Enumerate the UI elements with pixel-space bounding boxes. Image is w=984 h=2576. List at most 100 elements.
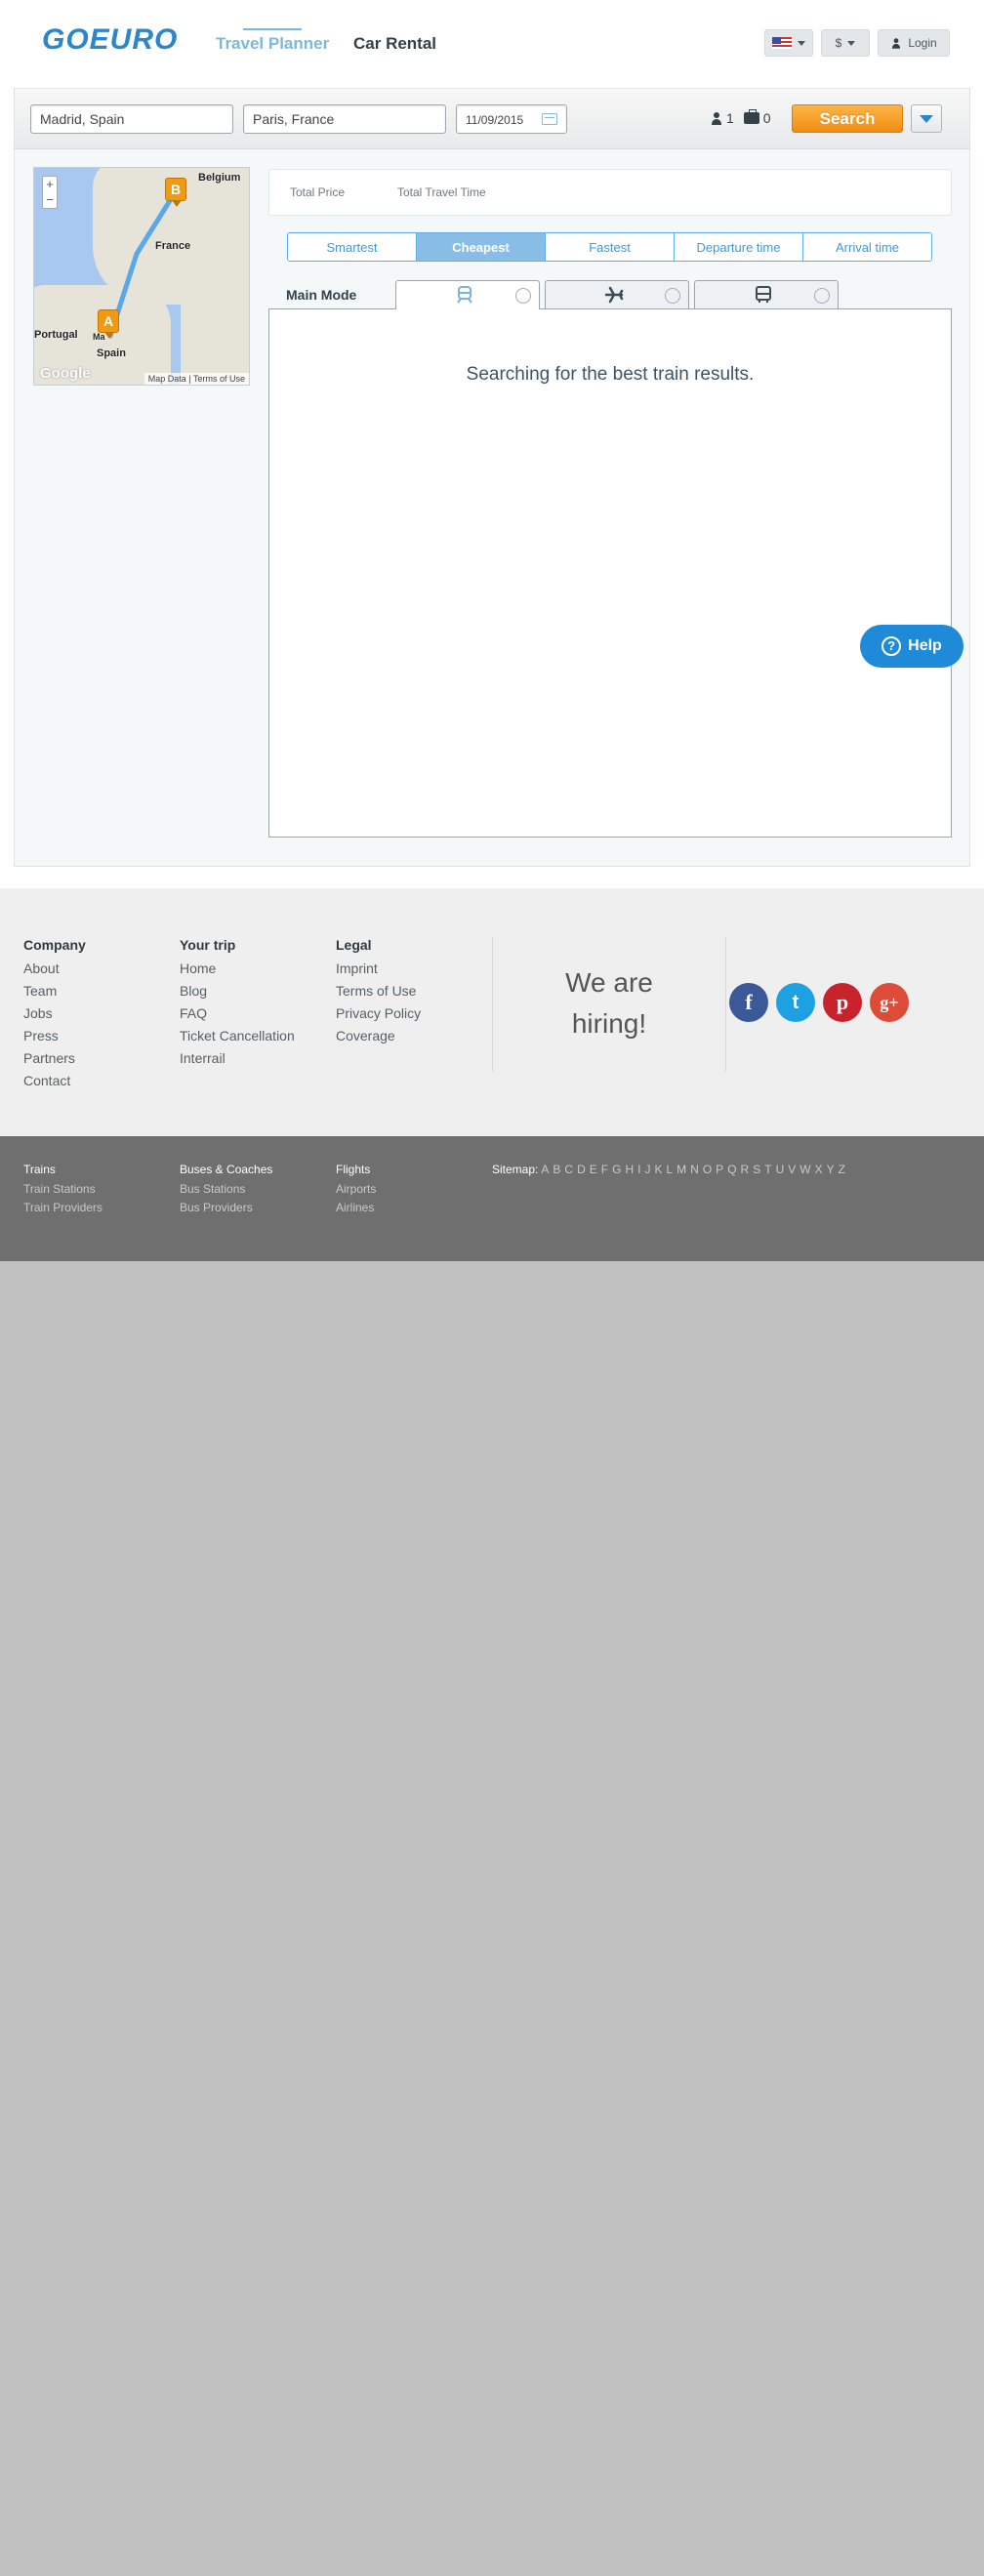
luggage-icon (743, 109, 759, 124)
help-button[interactable]: ? Help (860, 625, 964, 668)
bottom-link-train-stations[interactable]: Train Stations (23, 1182, 102, 1196)
passenger-selector[interactable]: 1 0 (711, 109, 771, 126)
twitter-icon[interactable]: t (776, 983, 815, 1022)
bottom-heading-buses[interactable]: Buses & Coaches (180, 1163, 272, 1176)
footer-company: Company About Team Jobs Press Partners C… (23, 937, 86, 1095)
terms-of-use-link[interactable]: Terms of Use (193, 374, 245, 384)
footer-link-imprint[interactable]: Imprint (336, 961, 421, 976)
footer-link-contact[interactable]: Contact (23, 1073, 86, 1088)
sitemap-letter-j[interactable]: J (644, 1163, 650, 1176)
sitemap-letter-w[interactable]: W (800, 1163, 810, 1176)
sitemap-letter-f[interactable]: F (601, 1163, 608, 1176)
marker-a[interactable]: A (98, 309, 119, 339)
bottom-link-airports[interactable]: Airports (336, 1182, 376, 1196)
footer-link-privacy[interactable]: Privacy Policy (336, 1005, 421, 1021)
footer-link-jobs[interactable]: Jobs (23, 1005, 86, 1021)
hiring-banner[interactable]: We are hiring! (492, 962, 726, 1044)
goeuro-logo[interactable]: GOEURO (42, 23, 178, 57)
login-button[interactable]: Login (878, 29, 950, 57)
sitemap-letter-k[interactable]: K (654, 1163, 662, 1176)
footer-link-faq[interactable]: FAQ (180, 1005, 295, 1021)
footer-link-about[interactable]: About (23, 961, 86, 976)
footer-link-terms[interactable]: Terms of Use (336, 983, 421, 999)
sitemap-letter-o[interactable]: O (703, 1163, 712, 1176)
facebook-icon[interactable]: f (729, 983, 768, 1022)
sitemap-letter-s[interactable]: S (753, 1163, 760, 1176)
footer-link-blog[interactable]: Blog (180, 983, 295, 999)
footer: Company About Team Jobs Press Partners C… (0, 888, 984, 1136)
origin-input[interactable]: Madrid, Spain (30, 104, 233, 134)
map-label-spain: Spain (97, 348, 126, 359)
sitemap-letter-y[interactable]: Y (827, 1163, 835, 1176)
sitemap-letter-p[interactable]: P (716, 1163, 723, 1176)
search-button[interactable]: Search (792, 104, 903, 133)
google-logo: Google (40, 365, 91, 382)
currency-selector[interactable]: $ (821, 29, 870, 57)
map-zoom-control[interactable]: + − (42, 176, 58, 209)
loading-spinner-icon (515, 288, 531, 304)
map-data-link[interactable]: Map Data (148, 374, 186, 384)
sort-smartest[interactable]: Smartest (288, 233, 417, 261)
footer-divider (725, 937, 726, 1072)
sitemap-letter-a[interactable]: A (541, 1163, 549, 1176)
zoom-out-button[interactable]: − (43, 192, 57, 208)
more-options-button[interactable] (911, 104, 942, 133)
nav-travel-planner[interactable]: Travel Planner (216, 28, 329, 54)
footer-link-partners[interactable]: Partners (23, 1050, 86, 1066)
date-input[interactable]: 11/09/2015 (456, 104, 567, 134)
sitemap-letter-m[interactable]: M (676, 1163, 686, 1176)
googleplus-icon[interactable]: g+ (870, 983, 909, 1022)
language-selector[interactable] (764, 29, 813, 57)
route-map[interactable]: Belgium France Portugal Spain Ma + − A B… (33, 167, 250, 386)
hiring-line-1: We are (565, 967, 653, 998)
sitemap-letter-r[interactable]: R (741, 1163, 750, 1176)
main-mode-label: Main Mode (286, 287, 357, 303)
sitemap-letter-d[interactable]: D (577, 1163, 586, 1176)
sitemap-letter-e[interactable]: E (590, 1163, 597, 1176)
bottom-heading-trains[interactable]: Trains (23, 1163, 102, 1176)
sitemap-letter-n[interactable]: N (690, 1163, 699, 1176)
sitemap-letter-b[interactable]: B (553, 1163, 560, 1176)
sort-arrival-time[interactable]: Arrival time (803, 233, 931, 261)
sitemap-letter-t[interactable]: T (764, 1163, 771, 1176)
sitemap-letter-h[interactable]: H (625, 1163, 634, 1176)
date-value: 11/09/2015 (466, 113, 524, 127)
bottom-link-bus-providers[interactable]: Bus Providers (180, 1201, 272, 1214)
bottom-link-train-providers[interactable]: Train Providers (23, 1201, 102, 1214)
footer-link-team[interactable]: Team (23, 983, 86, 999)
sort-fastest[interactable]: Fastest (546, 233, 675, 261)
sitemap-letter-l[interactable]: L (666, 1163, 673, 1176)
sort-departure-time[interactable]: Departure time (675, 233, 803, 261)
loading-spinner-icon (665, 288, 680, 304)
sitemap-letter-u[interactable]: U (776, 1163, 785, 1176)
destination-input[interactable]: Paris, France (243, 104, 446, 134)
footer-link-coverage[interactable]: Coverage (336, 1028, 421, 1043)
zoom-in-button[interactable]: + (43, 177, 57, 192)
train-icon (457, 286, 472, 304)
sitemap-letter-i[interactable]: I (637, 1163, 640, 1176)
mode-tab-bus[interactable] (694, 280, 839, 308)
sitemap-letter-v[interactable]: V (788, 1163, 796, 1176)
pinterest-icon[interactable]: p (823, 983, 862, 1022)
bottom-heading-flights[interactable]: Flights (336, 1163, 376, 1176)
sitemap-letter-c[interactable]: C (564, 1163, 573, 1176)
bottom-link-bus-stations[interactable]: Bus Stations (180, 1182, 272, 1196)
mode-tab-train[interactable] (395, 280, 540, 309)
footer-link-ticket-cancellation[interactable]: Ticket Cancellation (180, 1028, 295, 1043)
nav-car-rental[interactable]: Car Rental (353, 34, 436, 54)
sitemap-letter-q[interactable]: Q (727, 1163, 736, 1176)
footer-link-interrail[interactable]: Interrail (180, 1050, 295, 1066)
sitemap-letter-g[interactable]: G (612, 1163, 621, 1176)
mode-tab-flight[interactable] (545, 280, 689, 308)
bottom-link-airlines[interactable]: Airlines (336, 1201, 376, 1214)
sitemap-letter-x[interactable]: X (815, 1163, 823, 1176)
total-time-label: Total Travel Time (397, 185, 486, 199)
footer-link-home[interactable]: Home (180, 961, 295, 976)
footer-link-press[interactable]: Press (23, 1028, 86, 1043)
question-icon: ? (882, 636, 902, 656)
sort-cheapest[interactable]: Cheapest (417, 233, 546, 261)
sitemap-letter-z[interactable]: Z (839, 1163, 845, 1176)
map-attribution: Map Data | Terms of Use (144, 373, 249, 385)
trip-summary: Total Price Total Travel Time (268, 169, 952, 216)
marker-b[interactable]: B (165, 178, 186, 207)
